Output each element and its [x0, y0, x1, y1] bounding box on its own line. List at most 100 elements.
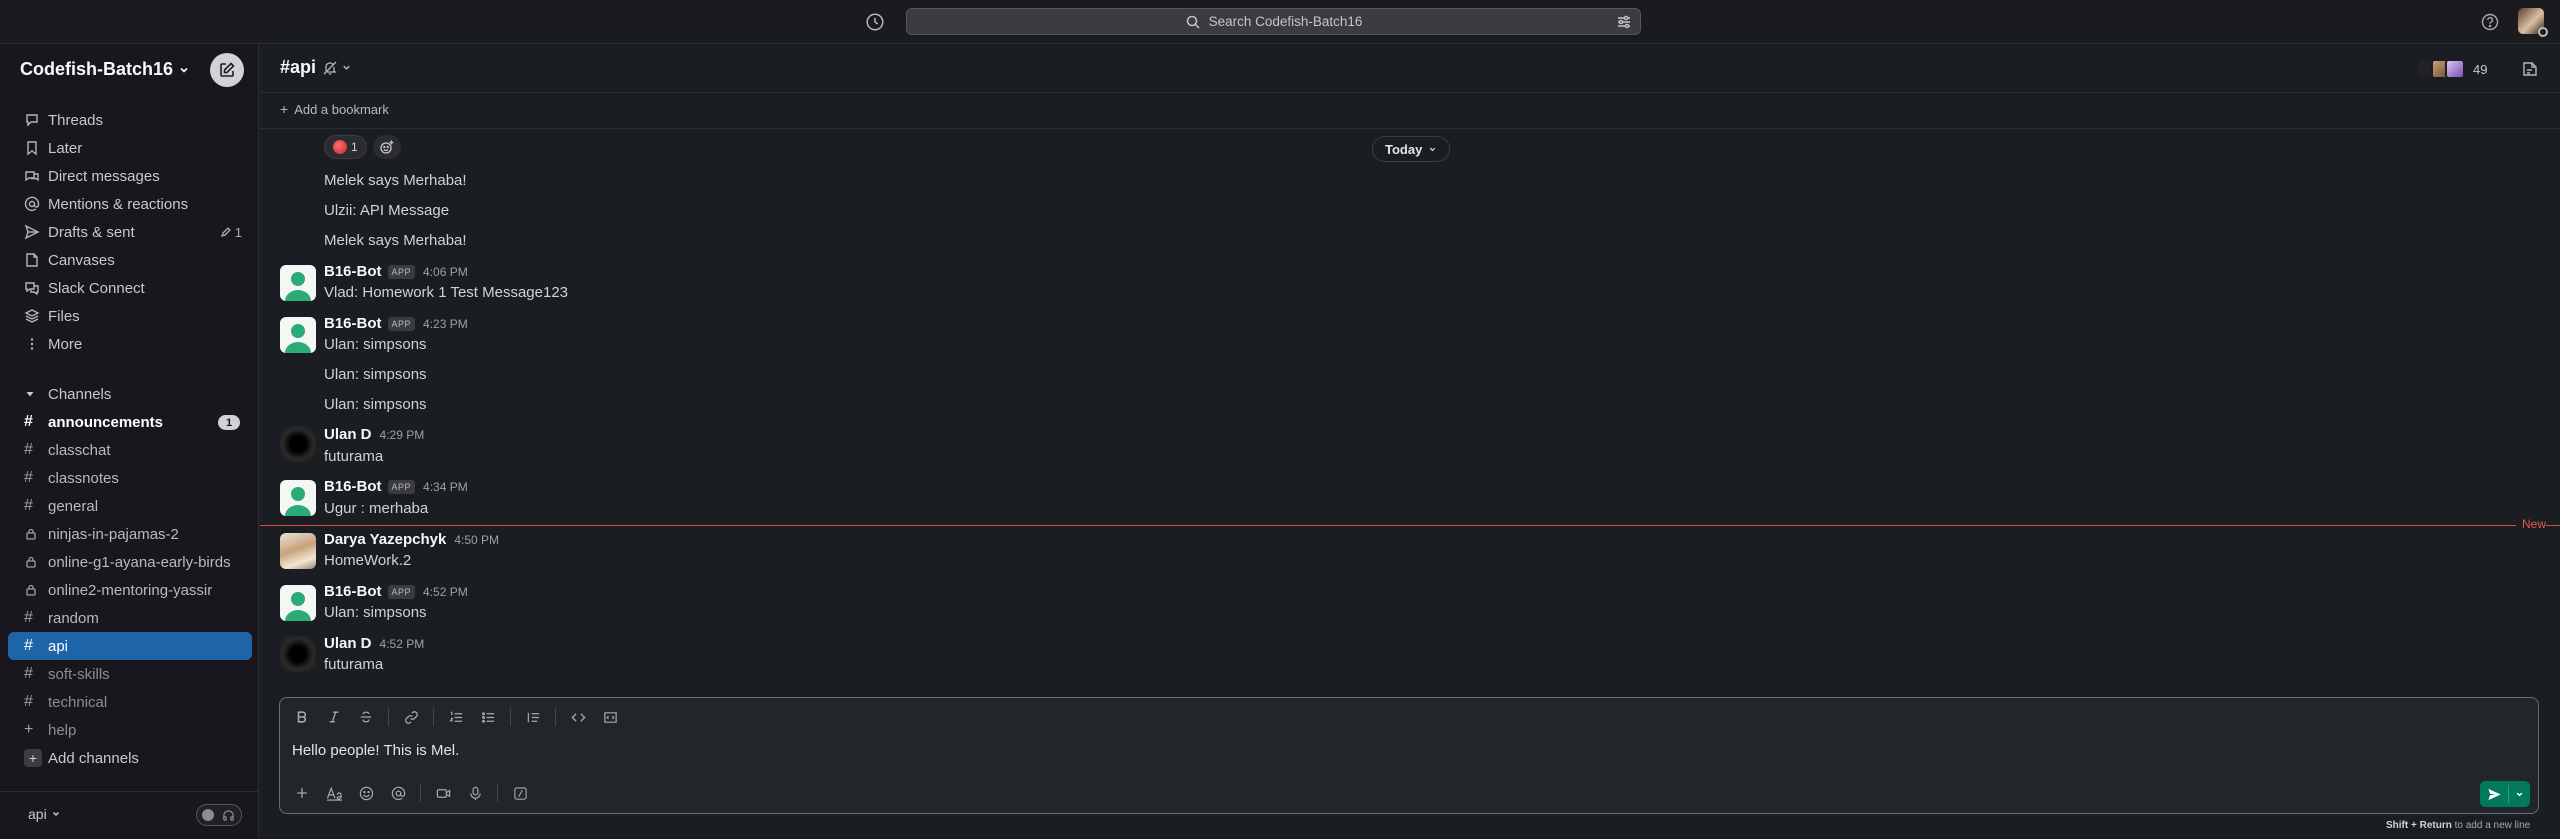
text-format-icon[interactable] [324, 783, 344, 803]
timestamp[interactable]: 4:06 PM [423, 265, 468, 279]
channel-name: general [48, 497, 99, 515]
channel-name: classchat [48, 441, 111, 459]
sidebar-item-slack-connect[interactable]: Slack Connect [8, 274, 252, 302]
timestamp[interactable]: 4:23 PM [423, 317, 468, 331]
search-bar[interactable]: Search Codefish-Batch16 [906, 8, 1641, 35]
newline-hint: Shift + Return to add a new line [2386, 820, 2530, 831]
workspace-switcher[interactable]: Codefish-Batch16 [20, 59, 190, 80]
sidebar-item-label: Threads [48, 111, 104, 129]
plus-icon[interactable] [292, 783, 312, 803]
italic-icon[interactable] [324, 707, 344, 727]
microphone-icon[interactable] [465, 783, 485, 803]
blockquote-icon[interactable] [523, 707, 543, 727]
author-name[interactable]: B16-Bot [324, 315, 382, 332]
sidebar-item-direct-messages[interactable]: Direct messages [8, 162, 252, 190]
message-header: B16-Bot APP 4:23 PM [324, 315, 468, 332]
avatar[interactable] [280, 265, 316, 301]
history-icon[interactable] [864, 11, 886, 33]
sidebar-nav: Threads Later Direct messages Mentions &… [8, 106, 252, 358]
send-icon [2480, 781, 2508, 807]
headphones-icon [222, 809, 235, 822]
chevron-down-icon [341, 62, 352, 73]
sidebar-item-online2-mentoring-yassir[interactable]: online2-mentoring-yassir [8, 576, 252, 604]
sidebar-item-general[interactable]: # general [8, 492, 252, 520]
link-icon[interactable] [401, 707, 421, 727]
sidebar-item-more[interactable]: More [8, 330, 252, 358]
bold-icon[interactable] [292, 707, 312, 727]
member-list-button[interactable]: 49 [2417, 58, 2487, 80]
avatar[interactable] [280, 317, 316, 353]
message-text: futurama [324, 656, 384, 673]
message-text: HomeWork.2 [324, 552, 412, 569]
notification-muted-icon [322, 60, 338, 76]
hint-text: to add a new line [2451, 820, 2531, 831]
lock-icon [24, 527, 42, 541]
author-name[interactable]: B16-Bot [324, 263, 382, 280]
strikethrough-icon[interactable] [356, 707, 376, 727]
code-icon[interactable] [568, 707, 588, 727]
date-divider[interactable]: Today [1372, 136, 1451, 162]
mention-icon[interactable] [388, 783, 408, 803]
add-reaction-button[interactable] [372, 135, 401, 159]
add-channels-button[interactable]: + Add channels [8, 744, 252, 772]
bulleted-list-icon[interactable] [478, 707, 498, 727]
slash-command-icon[interactable] [510, 783, 530, 803]
add-bookmark-button[interactable]: + Add a bookmark [280, 101, 389, 117]
author-name[interactable]: Darya Yazepchyk [324, 531, 446, 548]
channel-title[interactable]: # api [280, 57, 352, 78]
sidebar-item-ninjas-in-pajamas-2[interactable]: ninjas-in-pajamas-2 [8, 520, 252, 548]
timestamp[interactable]: 4:29 PM [380, 428, 425, 442]
sidebar-item-online-g1-ayana-early-birds[interactable]: online-g1-ayana-early-birds [8, 548, 252, 576]
huddle-toggle[interactable] [196, 804, 242, 826]
avatar[interactable] [280, 480, 316, 516]
ordered-list-icon[interactable] [446, 707, 466, 727]
sidebar-item-help[interactable]: + help [8, 716, 252, 744]
app-tag: APP [387, 479, 416, 494]
bookmark-bar: + Add a bookmark [260, 93, 2560, 129]
sidebar-item-announcements[interactable]: # announcements 1 [8, 408, 252, 436]
compose-button[interactable] [210, 53, 244, 87]
sidebar-item-random[interactable]: # random [8, 604, 252, 632]
sidebar-item-classchat[interactable]: # classchat [8, 436, 252, 464]
sidebar-item-classnotes[interactable]: # classnotes [8, 464, 252, 492]
sidebar-item-api[interactable]: # api [8, 632, 252, 660]
sidebar-item-soft-skills[interactable]: # soft-skills [8, 660, 252, 688]
author-name[interactable]: B16-Bot [324, 583, 382, 600]
status-indicator [2538, 27, 2548, 37]
avatar[interactable] [280, 636, 316, 672]
channels-section-header[interactable]: Channels [8, 380, 252, 408]
sidebar-item-later[interactable]: Later [8, 134, 252, 162]
author-name[interactable]: Ulan D [324, 635, 372, 652]
schedule-dropdown-icon[interactable] [2509, 781, 2529, 807]
avatar[interactable] [280, 533, 316, 569]
filter-icon[interactable] [1616, 14, 1632, 30]
timestamp[interactable]: 4:52 PM [423, 585, 468, 599]
timestamp[interactable]: 4:34 PM [423, 480, 468, 494]
reaction-pill[interactable]: 1 [324, 135, 367, 159]
message-input[interactable] [292, 742, 1892, 759]
author-name[interactable]: Ulan D [324, 426, 372, 443]
code-block-icon[interactable] [600, 707, 620, 727]
emoji-icon[interactable] [356, 783, 376, 803]
author-name[interactable]: B16-Bot [324, 478, 382, 495]
sidebar-item-technical[interactable]: # technical [8, 688, 252, 716]
avatar[interactable] [280, 426, 316, 462]
new-messages-divider [260, 525, 2560, 526]
channel-name: help [48, 721, 77, 739]
timestamp[interactable]: 4:50 PM [454, 533, 499, 547]
huddle-channel-selector[interactable]: api [28, 806, 61, 822]
reaction-count: 1 [351, 140, 358, 154]
video-clip-icon[interactable] [433, 783, 453, 803]
send-button[interactable] [2480, 781, 2530, 807]
sidebar-item-mentions[interactable]: Mentions & reactions [8, 190, 252, 218]
sidebar-item-drafts[interactable]: Drafts & sent 1 [8, 218, 252, 246]
avatar[interactable] [280, 585, 316, 621]
channel-canvas-icon[interactable] [2520, 59, 2540, 79]
toolbar-divider [497, 784, 498, 802]
sidebar-item-files[interactable]: Files [8, 302, 252, 330]
sidebar-item-canvases[interactable]: Canvases [8, 246, 252, 274]
channel-name: soft-skills [48, 665, 110, 683]
help-icon[interactable] [2480, 12, 2500, 32]
sidebar-item-threads[interactable]: Threads [8, 106, 252, 134]
timestamp[interactable]: 4:52 PM [380, 637, 425, 651]
